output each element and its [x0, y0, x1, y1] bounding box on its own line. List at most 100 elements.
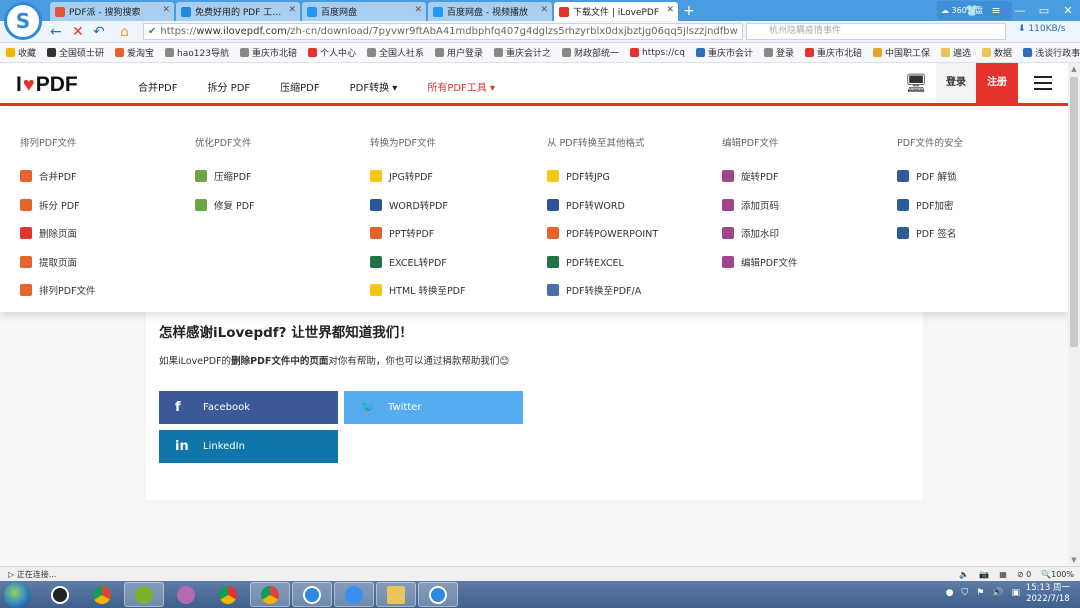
- bookmark-item[interactable]: 重庆市北碚: [805, 46, 862, 59]
- camera-icon[interactable]: 📷: [979, 570, 989, 579]
- sogou-browser-logo[interactable]: S: [4, 2, 42, 40]
- nav-item[interactable]: PDF转换 ▾: [350, 79, 398, 94]
- tool-link[interactable]: 提取页面: [20, 248, 96, 277]
- bookmark-item[interactable]: 遍选: [941, 46, 971, 59]
- hamburger-menu-icon[interactable]: [1018, 63, 1068, 103]
- tray-wechat-icon[interactable]: ●: [946, 588, 954, 598]
- tab-close-icon[interactable]: ✕: [666, 5, 674, 15]
- bookmark-item[interactable]: 重庆市会计: [695, 46, 753, 59]
- stop-button[interactable]: ✕: [72, 23, 84, 41]
- search-input[interactable]: 杭州隐瞒疫情事件: [746, 23, 1006, 40]
- tool-link[interactable]: 修复 PDF: [195, 191, 255, 220]
- bookmark-item[interactable]: 爱淘宝: [115, 46, 154, 59]
- back-button[interactable]: ←: [50, 23, 62, 41]
- menu-icon[interactable]: ≡: [984, 4, 1008, 17]
- nav-item[interactable]: 拆分 PDF: [207, 79, 250, 94]
- tool-link[interactable]: PDF转换至PDF/A: [547, 276, 658, 305]
- bookmark-item[interactable]: 用户登录: [435, 46, 483, 59]
- tool-link[interactable]: PDF转EXCEL: [547, 248, 658, 277]
- tool-link[interactable]: PDF 解锁: [897, 162, 963, 191]
- network-taskbar-icon[interactable]: [166, 582, 206, 607]
- tray-network-icon[interactable]: ▣: [1011, 588, 1020, 598]
- download-speed[interactable]: ⬇ 110KB/s: [1018, 24, 1065, 34]
- tab-close-icon[interactable]: ✕: [288, 5, 296, 15]
- undo-button[interactable]: ↶: [93, 23, 105, 41]
- tool-link[interactable]: 压缩PDF: [195, 162, 255, 191]
- tray-shield-icon[interactable]: ⛉: [961, 588, 968, 598]
- scroll-down-icon[interactable]: ▼: [1068, 556, 1080, 564]
- block-count[interactable]: ⊘ 0: [1017, 570, 1031, 579]
- sogou-taskbar-icon[interactable]: [292, 582, 332, 607]
- bookmark-item[interactable]: hao123导航: [165, 46, 229, 59]
- tool-link[interactable]: PDF转JPG: [547, 162, 658, 191]
- home-button[interactable]: ⌂: [120, 23, 129, 41]
- start-button[interactable]: [4, 582, 30, 608]
- tool-link[interactable]: PDF加密: [897, 191, 963, 220]
- skin-icon[interactable]: 👕: [960, 4, 984, 17]
- tab-close-icon[interactable]: ✕: [162, 5, 170, 15]
- login-button[interactable]: 登录: [936, 63, 976, 103]
- bookmark-item[interactable]: 全国人社系: [366, 46, 424, 59]
- bookmark-item[interactable]: 登录: [763, 46, 794, 59]
- nav-item[interactable]: 压缩PDF: [280, 79, 319, 94]
- tray-volume-icon[interactable]: 🔊: [992, 588, 1003, 598]
- facebook-share-button[interactable]: f Facebook: [159, 391, 338, 424]
- folder-taskbar-icon[interactable]: [376, 582, 416, 607]
- maximize-button[interactable]: ▭: [1032, 4, 1056, 17]
- tool-link[interactable]: 编辑PDF文件: [722, 248, 798, 277]
- sogou-browser-taskbar-icon[interactable]: [418, 582, 458, 607]
- wechat-taskbar-icon[interactable]: [124, 582, 164, 607]
- linkedin-share-button[interactable]: in LinkedIn: [159, 430, 338, 463]
- desktop-download-icon[interactable]: 🖥: [896, 63, 936, 103]
- tool-link[interactable]: 排列PDF文件: [20, 276, 96, 305]
- tool-link[interactable]: PDF转POWERPOINT: [547, 219, 658, 248]
- tool-link[interactable]: EXCEL转PDF: [370, 248, 465, 277]
- tool-link[interactable]: PDF转WORD: [547, 191, 658, 220]
- nav-item[interactable]: 所有PDF工具 ▾: [427, 79, 495, 94]
- zoom-level[interactable]: 🔍100%: [1041, 570, 1074, 579]
- bookmark-item[interactable]: 财政部统一: [562, 46, 619, 59]
- vertical-scrollbar[interactable]: ▲ ▼: [1068, 63, 1080, 566]
- scroll-thumb[interactable]: [1070, 77, 1078, 347]
- taskbar-clock[interactable]: 15:13 周一 2022/7/18: [1026, 583, 1070, 605]
- browser-tab[interactable]: 百度网盘 - 视频播放 ✕: [428, 2, 552, 21]
- tool-link[interactable]: 合并PDF: [20, 162, 96, 191]
- tab-close-icon[interactable]: ✕: [414, 5, 422, 15]
- tool-link[interactable]: 旋转PDF: [722, 162, 798, 191]
- tool-link[interactable]: WORD转PDF: [370, 191, 465, 220]
- bookmark-item[interactable]: 收藏: [6, 46, 36, 59]
- tool-link[interactable]: 添加页码: [722, 191, 798, 220]
- new-tab-button[interactable]: +: [680, 2, 698, 21]
- tool-link[interactable]: 删除页面: [20, 219, 96, 248]
- qq-taskbar-icon[interactable]: [40, 582, 80, 607]
- tray-flag-icon[interactable]: ⚑: [976, 588, 984, 598]
- chrome-taskbar-icon[interactable]: [82, 582, 122, 607]
- browser-tab[interactable]: 下载文件 | iLovePDF ✕: [554, 2, 678, 21]
- nav-item[interactable]: 合并PDF: [138, 79, 177, 94]
- browser360-taskbar-icon[interactable]: [208, 582, 248, 607]
- status-play-icon[interactable]: ▷: [8, 570, 17, 579]
- close-window-button[interactable]: ✕: [1056, 4, 1080, 17]
- tab-close-icon[interactable]: ✕: [540, 5, 548, 15]
- tool-link[interactable]: PDF 签名: [897, 219, 963, 248]
- minimize-button[interactable]: —: [1008, 4, 1032, 17]
- bookmark-item[interactable]: https://cq: [630, 48, 685, 58]
- browser-tab[interactable]: 免费好用的 PDF 工具--- ✕: [176, 2, 300, 21]
- bookmark-item[interactable]: 个人中心: [307, 46, 356, 59]
- url-input[interactable]: ✔ https://www.ilovepdf.com/zh-cn/downloa…: [143, 23, 743, 40]
- baidu-netdisk-taskbar-icon[interactable]: [334, 582, 374, 607]
- grid-icon[interactable]: ▦: [999, 570, 1007, 579]
- bookmark-item[interactable]: 重庆会计之: [494, 46, 551, 59]
- tool-link[interactable]: JPG转PDF: [370, 162, 465, 191]
- tool-link[interactable]: 拆分 PDF: [20, 191, 96, 220]
- tool-link[interactable]: PPT转PDF: [370, 219, 465, 248]
- tool-link[interactable]: 添加水印: [722, 219, 798, 248]
- bookmark-item[interactable]: 浅谈行政事: [1023, 46, 1080, 59]
- bookmark-item[interactable]: 数据: [982, 46, 1012, 59]
- bookmark-item[interactable]: 重庆市北碚: [239, 46, 297, 59]
- bookmark-item[interactable]: 中国职工保: [873, 46, 930, 59]
- browser-tab[interactable]: 百度网盘 ✕: [302, 2, 426, 21]
- bookmark-item[interactable]: 全国硕士研: [47, 46, 104, 59]
- scroll-up-icon[interactable]: ▲: [1068, 65, 1080, 73]
- chrome-active-taskbar-icon[interactable]: [250, 582, 290, 607]
